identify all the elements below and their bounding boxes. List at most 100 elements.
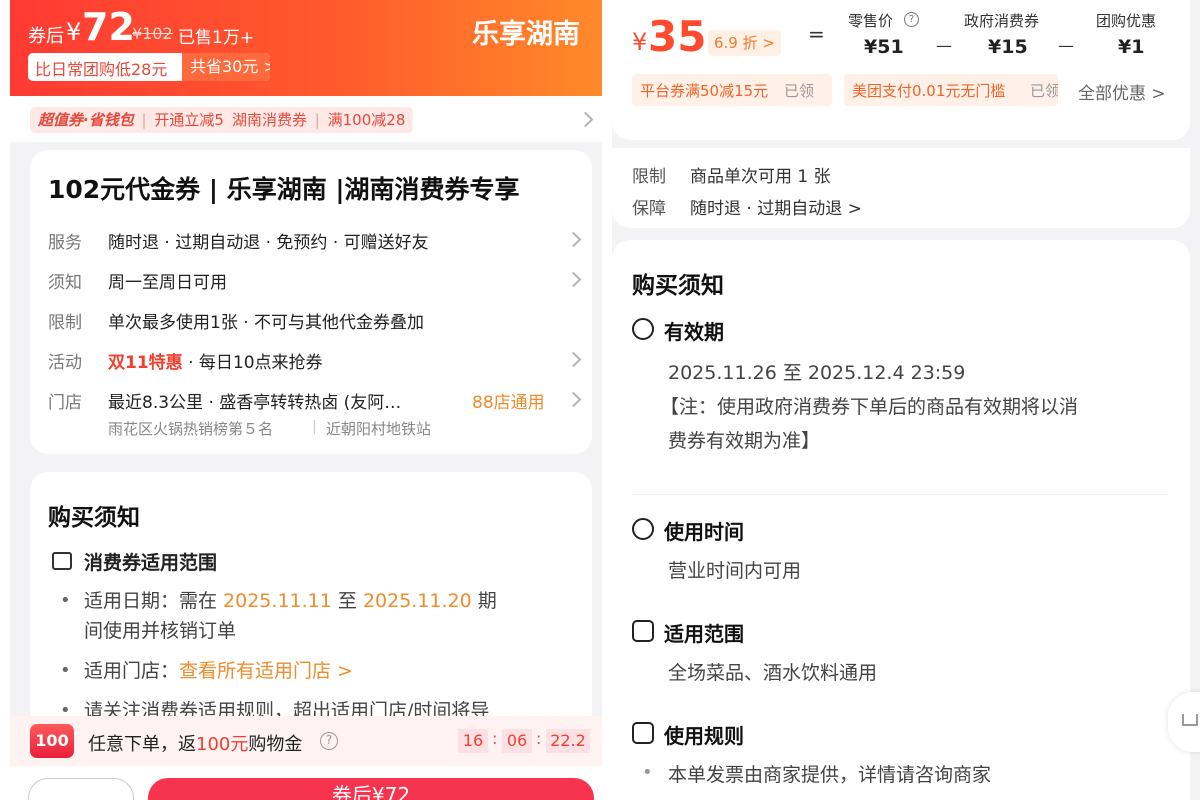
row-service-label: 服务 — [48, 233, 82, 253]
minus-sign: — — [1058, 36, 1074, 55]
rules-title: 使用规则 — [664, 724, 744, 748]
row-activity-label: 活动 — [48, 353, 82, 373]
compare-text: 比日常团购低28元 — [35, 60, 168, 79]
chevron-right-icon — [565, 271, 582, 288]
gov-coupon-value: ¥15 — [988, 36, 1028, 58]
limit-card: 限制 商品单次可用 1 张 保障 随时退 · 过期自动退 > — [612, 148, 1190, 228]
sold-count: 已售1万+ — [178, 28, 255, 48]
minus-sign: — — [936, 36, 952, 55]
scope-icon — [632, 620, 654, 642]
help-icon[interactable]: ? — [904, 12, 919, 27]
rules-text: 本单发票由商家提供，详情请咨询商家 — [668, 764, 992, 786]
limit-label: 限制 — [632, 167, 666, 187]
date-end: 2025.11.20 — [362, 590, 472, 612]
store-label: 适用门店： — [84, 660, 180, 682]
guarantee-value[interactable]: 随时退 · 过期自动退 > — [690, 194, 862, 219]
coupon-platform-state: 已领 — [784, 82, 815, 100]
row-activity-value: 双11特惠 · 每日10点来抢券 — [108, 348, 323, 373]
promo-tag-wallet[interactable]: 超值券·省钱包 | 开通立减5 — [30, 107, 232, 133]
scope-text: 全场菜品、酒水饮料通用 — [668, 662, 878, 684]
secondary-button[interactable] — [28, 778, 134, 800]
group-discount-label: 团购优惠 — [1096, 12, 1157, 30]
row-notice-label: 须知 — [48, 273, 82, 293]
rules-icon — [632, 722, 654, 744]
retail-label: 零售价 — [848, 12, 894, 30]
coupon-meituan-pay[interactable]: 美团支付0.01元无门槛 已领 — [844, 74, 1058, 106]
cashback-bar[interactable]: 100 任意下单，返100元购物金 ? 16 : 06 : 22.2 — [10, 716, 602, 766]
activity-text: · 每日10点来抢券 — [182, 353, 323, 373]
help-icon[interactable]: ? — [320, 732, 338, 750]
equals-sign: = — [808, 22, 825, 46]
final-price: 35 — [648, 12, 707, 61]
row-limit-value: 单次最多使用1张 · 不可与其他代金券叠加 — [108, 313, 425, 333]
divider — [632, 494, 1168, 495]
group-discount-value: ¥1 — [1118, 36, 1145, 58]
promo-tag-hunan-desc: 满100减28 — [327, 111, 406, 129]
cashback-text-a: 任意下单，返 — [88, 734, 196, 755]
row-service-value: 随时退 · 过期自动退 · 免预约 · 可赠送好友 — [108, 233, 429, 253]
validity-range: 2025.11.26 至 2025.12.4 23:59 — [668, 362, 966, 384]
purchase-notice-card: 购买须知 有效期 2025.11.26 至 2025.12.4 23:59 【注… — [612, 240, 1190, 800]
brand-name: 乐享湖南 — [472, 19, 580, 50]
timer-colon: : — [536, 729, 542, 748]
row-service[interactable]: 服务 随时退 · 过期自动退 · 免预约 · 可赠送好友 — [30, 228, 592, 258]
scope-title: 适用范围 — [664, 622, 744, 646]
date-start: 2025.11.11 — [223, 590, 332, 612]
gov-coupon-label: 政府消费券 — [964, 12, 1040, 30]
check-circle-icon — [632, 318, 654, 340]
buy-button[interactable]: 券后¥72 — [148, 778, 594, 800]
bottom-action-bar: 券后¥72 — [10, 766, 602, 800]
row-limit-label: 限制 — [48, 313, 82, 333]
currency-sign: ¥ — [632, 28, 648, 56]
row-limit: 限制 单次最多使用1张 · 不可与其他代金券叠加 — [30, 308, 592, 338]
row-notice[interactable]: 须知 周一至周日可用 — [30, 268, 592, 298]
row-store-value: 最近8.3公里 · 盛香亭转转热卤 (友阿… — [108, 393, 402, 413]
validity-title: 有效期 — [664, 320, 724, 344]
bullet-dot: • — [60, 590, 71, 611]
product-title: 102元代金券 | 乐享湖南 |湖南消费券专享 — [48, 175, 520, 204]
compare-bar[interactable]: 比日常团购低28元 共省30元 > — [28, 53, 270, 81]
save-text: 共省30元 > — [182, 53, 270, 81]
store-metro: 近朝阳村地铁站 — [326, 420, 432, 438]
notice-title: 购买须知 — [48, 505, 140, 531]
applicable-date-line2: 间使用并核销订单 — [84, 620, 237, 642]
usage-time-text: 营业时间内可用 — [668, 560, 802, 582]
promo-tag-hunan[interactable]: 湖南消费券 | 满100减28 — [224, 107, 414, 133]
store-sub-separator: | — [312, 419, 317, 435]
chevron-right-icon[interactable] — [577, 111, 594, 128]
coupon-platform-text: 平台券满50减15元 — [640, 82, 769, 100]
promo-tag-hunan-title: 湖南消费券 — [232, 111, 308, 129]
price: 72 — [82, 5, 135, 49]
original-price: ¥102 — [132, 24, 173, 43]
discount-badge[interactable]: 6.9 折 > — [708, 30, 781, 56]
promo-tag-wallet-title: 超值券·省钱包 — [38, 111, 134, 129]
store-count[interactable]: 88店通用 — [472, 388, 545, 413]
currency-sign: ¥ — [66, 18, 82, 46]
chevron-right-icon — [565, 351, 582, 368]
cashback-text-b: 购物金 — [248, 734, 303, 755]
bullet-dot: • — [642, 762, 653, 783]
limit-value: 商品单次可用 1 张 — [690, 167, 831, 187]
coupon-meituan-text: 美团支付0.01元无门槛 — [852, 82, 1006, 100]
store-rank: 雨花区火锅热销榜第５名 — [108, 420, 274, 438]
date-suffix: 期 — [471, 590, 497, 612]
timer-seconds: 22.2 — [546, 729, 590, 753]
promo-bar[interactable]: 超值券·省钱包 | 开通立减5 湖南消费券 | 满100减28 — [10, 96, 602, 142]
usage-time-title: 使用时间 — [664, 520, 744, 544]
validity-note-line1: 【注：使用政府消费券下单后的商品有效期将以消 — [660, 396, 1079, 418]
calendar-icon — [52, 552, 72, 570]
activity-highlight: 双11特惠 — [108, 353, 183, 373]
validity-note-line2: 费券有效期为准】 — [668, 430, 821, 452]
promo-tag-wallet-desc: 开通立减5 — [154, 111, 224, 129]
coupon-platform[interactable]: 平台券满50减15元 已领 — [632, 74, 832, 106]
floating-cart-button[interactable] — [1168, 692, 1200, 752]
date-prefix: 适用日期：需在 — [84, 590, 224, 612]
notice-title: 购买须知 — [632, 273, 724, 299]
row-activity[interactable]: 活动 双11特惠 · 每日10点来抢券 — [30, 348, 592, 378]
promo-separator: | — [141, 111, 147, 129]
view-stores-link[interactable]: 查看所有适用门店 > — [179, 660, 353, 682]
all-offers-link[interactable]: 全部优惠 > — [1078, 79, 1166, 104]
row-store[interactable]: 门店 最近8.3公里 · 盛香亭转转热卤 (友阿… 88店通用 雨花区火锅热销榜… — [30, 388, 592, 442]
clock-icon — [632, 518, 654, 540]
timer-hours: 16 — [458, 729, 488, 753]
